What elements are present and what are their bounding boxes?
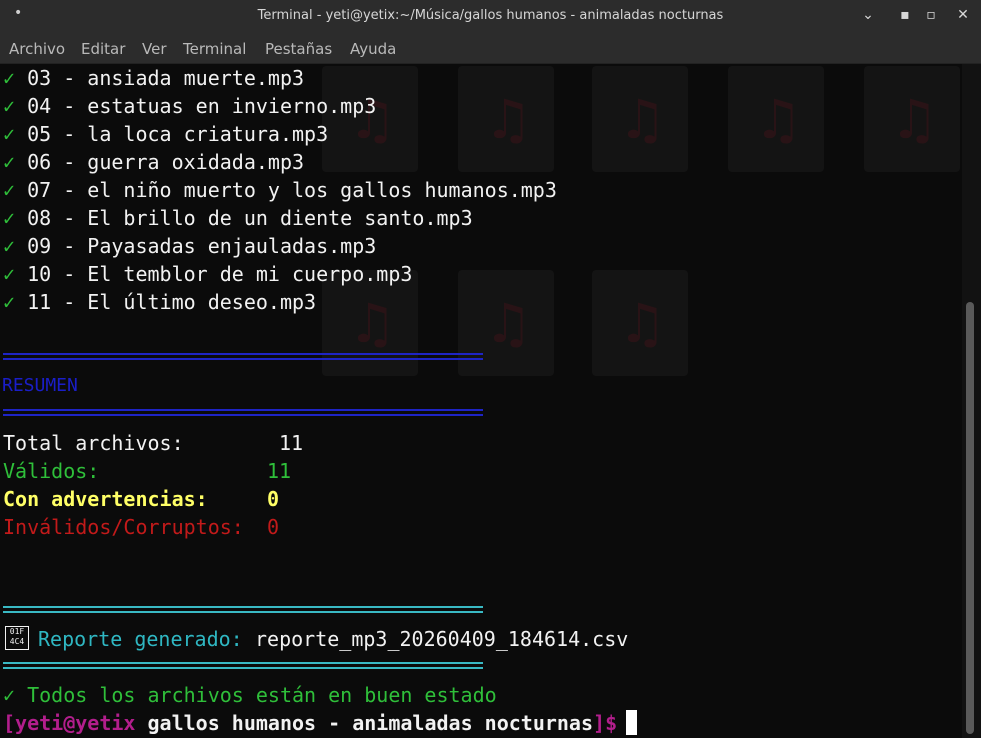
file-line-text: 10 - El temblor de mi cuerpo.mp3	[15, 262, 413, 286]
menu-archivo[interactable]: Archivo	[9, 40, 65, 58]
window-title: Terminal - yeti@yetix:~/Música/gallos hu…	[257, 8, 724, 23]
warnings-label: Con advertencias:	[3, 487, 208, 511]
file-line: ✓ 11 - El último deseo.mp3	[3, 288, 316, 316]
menu-terminal[interactable]: Terminal	[183, 40, 246, 58]
prompt-end: ]$	[593, 711, 618, 735]
background-music-file-icon: ♫	[458, 66, 554, 172]
background-music-file-icon: ♫	[864, 66, 960, 172]
check-icon: ✓	[3, 290, 16, 314]
total-files-value: 11	[279, 431, 304, 455]
background-music-file-icon: ♫	[592, 270, 688, 376]
prompt-path: gallos humanos - animaladas nocturnas	[147, 711, 594, 735]
check-icon: ✓	[3, 262, 16, 286]
final-status-message: ✓ Todos los archivos están en buen estad…	[3, 683, 497, 707]
file-line: ✓ 09 - Payasadas enjauladas.mp3	[3, 232, 376, 260]
terminal-window: • Terminal - yeti@yetix:~/Música/gallos …	[0, 0, 981, 738]
menu-bar: Archivo Editar Ver Terminal Pestañas Ayu…	[0, 33, 981, 64]
report-filename: reporte_mp3_20260409_184614.csv	[255, 627, 629, 651]
shell-prompt: [yeti@yetix gallos humanos - animaladas …	[3, 709, 617, 737]
report-divider-top	[3, 606, 483, 613]
total-files-label: Total archivos:	[3, 431, 184, 455]
check-icon: ✓	[3, 94, 16, 118]
summary-divider-top	[3, 353, 483, 360]
valid-files-label: Válidos:	[3, 459, 100, 483]
text-cursor	[626, 710, 637, 735]
close-button[interactable]: ✕	[952, 4, 974, 26]
check-icon: ✓	[3, 234, 16, 258]
check-icon: ✓	[3, 178, 16, 202]
file-line-text: 04 - estatuas en invierno.mp3	[15, 94, 377, 118]
report-label: Reporte generado:	[38, 627, 243, 651]
file-line: ✓ 05 - la loca criatura.mp3	[3, 120, 328, 148]
check-icon: ✓	[3, 122, 16, 146]
maximize-button[interactable]: ▫	[920, 4, 942, 26]
background-music-file-icon: ♫	[592, 66, 688, 172]
check-icon: ✓	[3, 66, 16, 90]
file-line: ✓ 10 - El temblor de mi cuerpo.mp3	[3, 260, 412, 288]
background-music-file-icon: ♫	[728, 66, 824, 172]
file-line-text: 06 - guerra oxidada.mp3	[15, 150, 305, 174]
file-line: ✓ 03 - ansiada muerte.mp3	[3, 64, 304, 92]
summary-heading: RESUMEN	[2, 375, 78, 396]
file-line-text: 03 - ansiada muerte.mp3	[15, 66, 305, 90]
check-icon: ✓	[3, 206, 16, 230]
valid-files-value: 11	[267, 459, 292, 483]
file-line-text: 08 - El brillo de un diente santo.mp3	[15, 206, 473, 230]
shade-chevron-icon[interactable]: ⌄	[857, 4, 879, 26]
invalid-files-label: Inválidos/Corruptos:	[3, 515, 244, 539]
file-line: ✓ 07 - el niño muerto y los gallos human…	[3, 176, 557, 204]
warnings-value: 0	[267, 487, 280, 511]
menu-editar[interactable]: Editar	[81, 40, 125, 58]
csv-file-icon: 01F 4C4	[5, 626, 29, 650]
file-line: ✓ 06 - guerra oxidada.mp3	[3, 148, 304, 176]
background-music-file-icon: ♫	[458, 270, 554, 376]
report-divider-bottom	[3, 662, 483, 669]
check-icon: ✓	[3, 150, 16, 174]
prompt-user-host: [yeti@yetix	[3, 711, 136, 735]
invalid-files-value: 0	[267, 515, 280, 539]
file-line-text: 09 - Payasadas enjauladas.mp3	[15, 234, 377, 258]
file-line: ✓ 04 - estatuas en invierno.mp3	[3, 92, 376, 120]
menu-ayuda[interactable]: Ayuda	[350, 40, 396, 58]
title-bar: • Terminal - yeti@yetix:~/Música/gallos …	[0, 0, 981, 33]
menu-ver[interactable]: Ver	[142, 40, 167, 58]
file-line-text: 05 - la loca criatura.mp3	[15, 122, 329, 146]
scrollbar-thumb[interactable]	[966, 302, 974, 734]
file-line-text: 11 - El último deseo.mp3	[15, 290, 317, 314]
minimize-button[interactable]: ▪	[894, 4, 916, 26]
file-line: ✓ 08 - El brillo de un diente santo.mp3	[3, 204, 473, 232]
menu-pestanas[interactable]: Pestañas	[265, 40, 332, 58]
summary-divider-bottom	[3, 409, 483, 416]
file-line-text: 07 - el niño muerto y los gallos humanos…	[15, 178, 557, 202]
